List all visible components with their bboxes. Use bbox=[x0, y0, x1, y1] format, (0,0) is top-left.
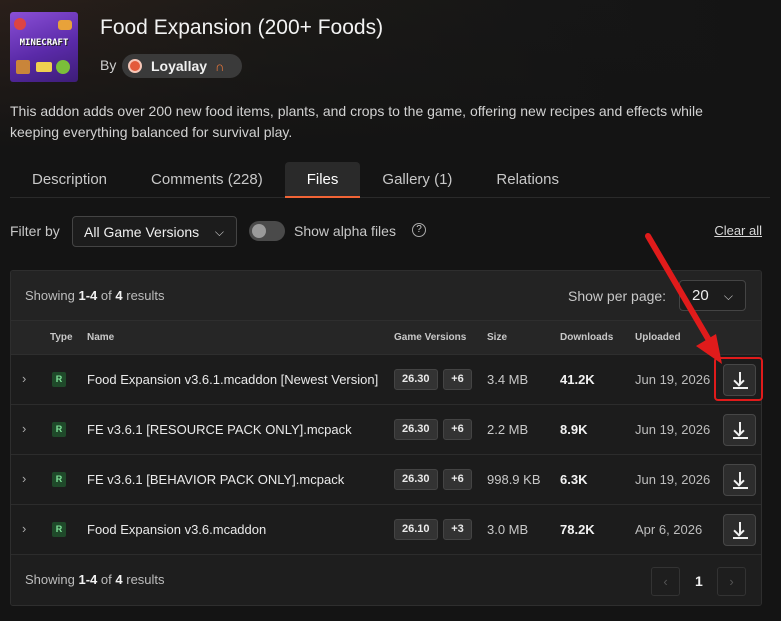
release-type-badge: R bbox=[52, 372, 66, 387]
release-type-badge: R bbox=[52, 422, 66, 437]
help-icon[interactable]: ? bbox=[412, 223, 426, 237]
results-range: 1-4 bbox=[78, 288, 98, 303]
download-count: 8.9K bbox=[560, 422, 588, 437]
upload-date: Jun 19, 2026 bbox=[635, 372, 711, 387]
game-version-tag: 26.30 bbox=[394, 369, 438, 390]
download-button[interactable] bbox=[723, 414, 756, 446]
alpha-files-toggle[interactable] bbox=[249, 221, 285, 241]
release-type-badge: R bbox=[52, 522, 66, 537]
project-thumbnail[interactable]: MINECRAFT bbox=[10, 12, 78, 82]
expand-icon[interactable]: › bbox=[22, 521, 26, 536]
download-count: 41.2K bbox=[560, 372, 595, 387]
download-button[interactable] bbox=[723, 464, 756, 496]
food-bread-icon bbox=[58, 20, 72, 30]
chevron-down-icon: ⌵ bbox=[214, 225, 224, 239]
download-button[interactable] bbox=[723, 514, 756, 546]
col-downloads[interactable]: Downloads bbox=[560, 332, 613, 343]
upload-date: Apr 6, 2026 bbox=[635, 522, 703, 537]
filter-by-label: Filter by bbox=[10, 223, 60, 239]
game-version-tag: 26.30 bbox=[394, 469, 438, 490]
file-size: 3.0 MB bbox=[487, 522, 529, 537]
tab-gallery[interactable]: Gallery (1) bbox=[360, 162, 474, 197]
food-melon-icon bbox=[56, 60, 70, 74]
upload-date: Jun 19, 2026 bbox=[635, 422, 711, 437]
file-name-link[interactable]: Food Expansion v3.6.mcaddon bbox=[87, 522, 266, 537]
project-description: This addon adds over 200 new food items,… bbox=[10, 103, 703, 140]
results-suffix: results bbox=[126, 288, 165, 303]
expand-icon[interactable]: › bbox=[22, 371, 26, 386]
upload-date: Jun 19, 2026 bbox=[635, 472, 711, 487]
page-number[interactable]: 1 bbox=[695, 573, 703, 589]
results-total: 4 bbox=[115, 572, 123, 587]
col-type[interactable]: Type bbox=[50, 332, 73, 343]
results-suffix: results bbox=[126, 572, 165, 587]
food-cheese-icon bbox=[36, 62, 52, 72]
project-tabs: Description Comments (228) Files Gallery… bbox=[10, 162, 770, 198]
author-name: Loyallay bbox=[151, 58, 208, 74]
file-name-link[interactable]: FE v3.6.1 [BEHAVIOR PACK ONLY].mcpack bbox=[87, 472, 344, 487]
table-row[interactable]: › R FE v3.6.1 [RESOURCE PACK ONLY].mcpac… bbox=[11, 405, 761, 455]
by-label: By bbox=[100, 57, 117, 73]
results-footer: Showing 1-4 of 4 results ‹ 1 › bbox=[11, 555, 761, 605]
arrow-shaft bbox=[645, 233, 713, 345]
more-versions-tag[interactable]: +6 bbox=[443, 419, 472, 440]
game-version-select[interactable]: All Game Versions ⌵ bbox=[72, 216, 237, 247]
project-title: Food Expansion (200+ Foods) bbox=[100, 16, 384, 39]
expand-icon[interactable]: › bbox=[22, 471, 26, 486]
author-badge-icon: ∩ bbox=[215, 58, 225, 74]
download-count: 6.3K bbox=[560, 472, 588, 487]
next-page-button[interactable]: › bbox=[717, 567, 746, 596]
results-count: Showing 1-4 of 4 results bbox=[25, 572, 165, 587]
file-name-link[interactable]: FE v3.6.1 [RESOURCE PACK ONLY].mcpack bbox=[87, 422, 352, 437]
results-of: of bbox=[100, 288, 112, 303]
tab-files[interactable]: Files bbox=[284, 162, 361, 198]
alpha-files-label: Show alpha files bbox=[294, 223, 396, 239]
col-name[interactable]: Name bbox=[87, 332, 114, 343]
file-size: 2.2 MB bbox=[487, 422, 529, 437]
showing-prefix: Showing bbox=[25, 288, 75, 303]
food-apple-icon bbox=[14, 18, 26, 30]
food-pie-icon bbox=[16, 60, 30, 74]
game-version-tag: 26.10 bbox=[394, 519, 438, 540]
thumbnail-logo-text: MINECRAFT bbox=[19, 38, 69, 48]
arrow-head bbox=[696, 334, 722, 364]
table-row[interactable]: › R Food Expansion v3.6.mcaddon 26.10 +3… bbox=[11, 505, 761, 555]
red-arrow-annotation bbox=[645, 233, 722, 364]
author-avatar bbox=[128, 59, 142, 73]
file-name-link[interactable]: Food Expansion v3.6.1.mcaddon [Newest Ve… bbox=[87, 372, 378, 387]
download-count: 78.2K bbox=[560, 522, 595, 537]
results-of: of bbox=[100, 572, 112, 587]
col-game-versions[interactable]: Game Versions bbox=[394, 332, 466, 343]
showing-prefix: Showing bbox=[25, 572, 75, 587]
toggle-knob bbox=[252, 224, 266, 238]
release-type-badge: R bbox=[52, 472, 66, 487]
table-row[interactable]: › R FE v3.6.1 [BEHAVIOR PACK ONLY].mcpac… bbox=[11, 455, 761, 505]
more-versions-tag[interactable]: +6 bbox=[443, 469, 472, 490]
col-size[interactable]: Size bbox=[487, 332, 507, 343]
game-version-tag: 26.30 bbox=[394, 419, 438, 440]
author-chip[interactable]: Loyallay ∩ bbox=[122, 54, 242, 78]
prev-page-button[interactable]: ‹ bbox=[651, 567, 680, 596]
file-size: 3.4 MB bbox=[487, 372, 529, 387]
game-version-select-value: All Game Versions bbox=[84, 223, 200, 240]
tab-description[interactable]: Description bbox=[10, 162, 129, 197]
results-count: Showing 1-4 of 4 results bbox=[25, 288, 165, 303]
tab-relations[interactable]: Relations bbox=[474, 162, 581, 197]
results-range: 1-4 bbox=[78, 572, 98, 587]
tab-comments[interactable]: Comments (228) bbox=[129, 162, 285, 197]
more-versions-tag[interactable]: +6 bbox=[443, 369, 472, 390]
results-total: 4 bbox=[115, 288, 123, 303]
file-size: 998.9 KB bbox=[487, 472, 541, 487]
more-versions-tag[interactable]: +3 bbox=[443, 519, 472, 540]
expand-icon[interactable]: › bbox=[22, 421, 26, 436]
